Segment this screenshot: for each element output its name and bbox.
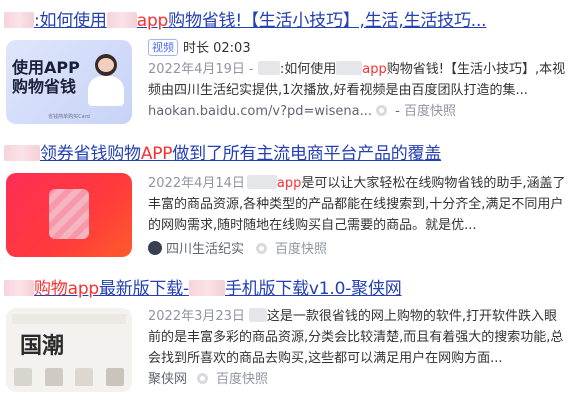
result-date: 2022年3月23日 <box>148 309 245 324</box>
redacted-text <box>106 12 137 28</box>
source-name[interactable]: 聚侠网 <box>148 372 187 387</box>
snippet: 2022年3月23日 这是一款很省钱的网上购物的软件,打开软件跌入眼前的是丰富多彩… <box>148 308 564 366</box>
result-url[interactable]: haokan.baidu.com/v?pd=wisena... <box>148 104 372 119</box>
result-body: 2022年4月14日 app是可以让大家轻松在线购物省钱的助手,涵盖了丰富的商品资… <box>148 173 566 260</box>
source-row: haokan.baidu.com/v?pd=wisena... - 百度快照 <box>148 104 456 119</box>
snippet: 2022年4月14日 app是可以让大家轻松在线购物省钱的助手,涵盖了丰富的商品资… <box>148 175 566 233</box>
result-date: 2022年4月19日 <box>148 62 245 77</box>
redacted-text <box>257 61 280 75</box>
result-title-link[interactable]: :如何使用 app购物省钱!【生活小技巧】,生活,生活技巧... <box>4 10 564 32</box>
result-body: 视频 时长 02:03 2022年4月19日 - :如何使用 app购物省钱!【生活… <box>148 38 566 122</box>
redacted-text <box>246 175 277 189</box>
app-icon <box>49 189 89 239</box>
result-title-link[interactable]: 领券省钱购物APP做到了所有主流电商平台产品的覆盖 <box>4 143 564 165</box>
cache-link[interactable]: 百度快照 <box>275 242 327 257</box>
cache-icon <box>197 373 209 384</box>
redacted-text <box>4 145 40 161</box>
redacted-text <box>188 280 225 296</box>
source-row: 聚侠网 百度快照 <box>148 369 566 390</box>
person-figure <box>88 54 124 116</box>
snippet: 2022年4月19日 - :如何使用 app购物省钱!【生活小技巧】,本视频由四川… <box>148 61 566 98</box>
redacted-text <box>4 12 34 28</box>
cache-icon <box>256 243 268 254</box>
source-name[interactable]: 四川生活纪实 <box>166 242 244 257</box>
redacted-text <box>248 308 267 322</box>
result-body: 2022年3月23日 这是一款很省钱的网上购物的软件,打开软件跌入眼前的是丰富多彩… <box>148 306 566 390</box>
app-icon-thumbnail[interactable] <box>6 173 132 257</box>
duration: 时长 02:03 <box>183 41 251 56</box>
source-row: 四川生活纪实 百度快照 <box>148 239 566 260</box>
result-title-link[interactable]: 购物app最新版下载- 手机版下载v1.0-聚侠网 <box>4 278 564 300</box>
redacted-text <box>336 61 363 75</box>
search-result-2: 领券省钱购物APP做到了所有主流电商平台产品的覆盖 2022年4月14日 app是… <box>0 143 570 265</box>
thumbnail-header <box>12 314 126 324</box>
redacted-text <box>4 280 34 296</box>
cache-link[interactable]: 百度快照 <box>216 372 268 387</box>
app-screenshot-thumbnail[interactable]: 国潮 <box>6 308 132 392</box>
video-thumbnail[interactable]: 使用APP 购物省钱 省钱简单购买Card <box>6 40 132 124</box>
source-avatar-icon <box>148 241 162 255</box>
thumbnail-caption: 省钱简单购买Card <box>48 114 90 120</box>
cache-icon <box>376 105 388 116</box>
thumbnail-text: 国潮 <box>20 333 65 359</box>
cache-link[interactable]: 百度快照 <box>404 104 456 119</box>
result-date: 2022年4月14日 <box>148 176 245 191</box>
video-badge: 视频 <box>148 39 178 56</box>
thumbnail-text: 使用APP 购物省钱 <box>12 58 80 96</box>
search-result-1: :如何使用 app购物省钱!【生活小技巧】,生活,生活技巧... 使用APP 购物… <box>0 10 570 132</box>
search-result-3: 购物app最新版下载- 手机版下载v1.0-聚侠网 国潮 2022年3月23日 这是… <box>0 278 570 400</box>
thumbnail-products <box>14 368 124 386</box>
